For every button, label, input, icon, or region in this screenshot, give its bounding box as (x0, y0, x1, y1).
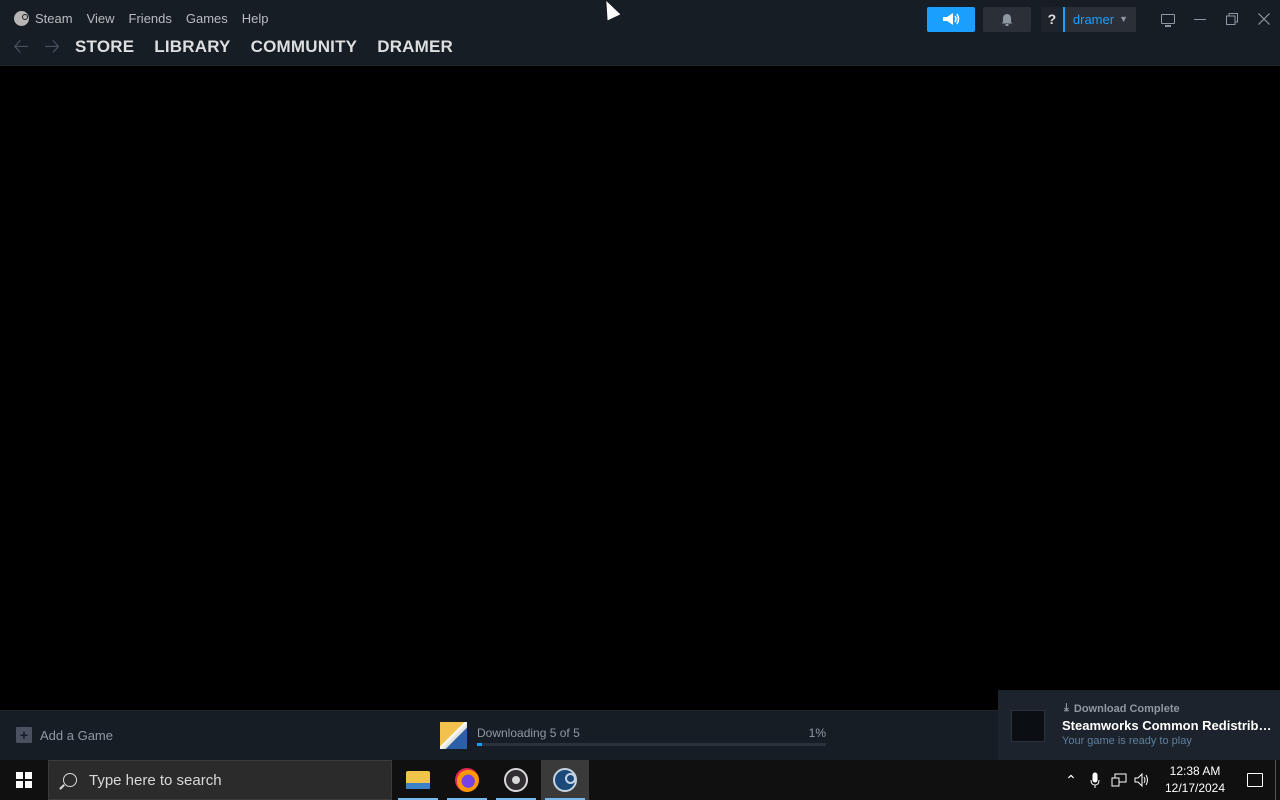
download-complete-toast[interactable]: ⤓ Download Complete Steamworks Common Re… (998, 690, 1280, 760)
forward-arrow-icon[interactable]: 🡢 (44, 36, 75, 58)
toast-heading-text: Download Complete (1073, 702, 1180, 715)
nav-library[interactable]: LIBRARY (154, 37, 230, 57)
taskbar-obs[interactable] (492, 760, 540, 800)
restore-button[interactable] (1216, 7, 1248, 32)
announcements-button[interactable] (926, 6, 975, 32)
add-game-label: Add a Game (40, 727, 113, 743)
minimize-button[interactable] (1184, 7, 1216, 32)
download-icon: ⤓ (1064, 702, 1069, 714)
taskbar-steam[interactable] (541, 760, 589, 800)
chevron-down-icon: ▼ (1119, 14, 1128, 24)
network-icon[interactable] (1107, 760, 1131, 800)
taskbar-clock[interactable]: 12:38 AM 12/17/2024 (1159, 763, 1231, 797)
menu-games[interactable]: Games (186, 11, 228, 26)
main-content-area (0, 66, 1280, 710)
download-progress-bar (477, 743, 826, 746)
action-center-button[interactable] (1235, 760, 1275, 800)
help-button[interactable]: ? (1040, 6, 1063, 32)
main-nav: 🡠 🡢 STORE LIBRARY COMMUNITY DRAMER (13, 36, 473, 58)
header-right-controls: ? dramer ▼ (926, 6, 1280, 32)
download-label: Downloading 5 of 5 (477, 726, 580, 740)
chevron-up-icon[interactable]: ⌃ (1059, 760, 1083, 800)
system-tray: ⌃ 12:38 AM 12/17/2024 (1059, 760, 1280, 800)
bell-icon (1001, 13, 1013, 26)
obs-icon (504, 768, 528, 792)
menu-view[interactable]: View (87, 11, 115, 26)
search-placeholder: Type here to search (89, 771, 222, 789)
account-menu-button[interactable]: dramer ▼ (1062, 6, 1136, 32)
steam-taskbar-icon (553, 768, 577, 792)
download-progress-fill (477, 743, 483, 746)
search-icon (63, 773, 77, 787)
firefox-icon (455, 768, 479, 792)
steam-header: Steam View Friends Games Help 🡠 🡢 STORE … (0, 0, 1280, 66)
file-explorer-icon (406, 771, 430, 789)
windows-taskbar: Type here to search ⌃ 12:38 AM 12/17/202… (0, 760, 1280, 800)
close-button[interactable] (1248, 7, 1280, 32)
download-status[interactable]: Downloading 5 of 5 1% (440, 721, 826, 751)
close-icon (1258, 13, 1270, 25)
microphone-icon[interactable] (1083, 760, 1107, 800)
monitor-icon (1161, 14, 1175, 27)
windows-logo-icon (16, 772, 32, 788)
taskbar-file-explorer[interactable] (394, 760, 442, 800)
big-picture-button[interactable] (1152, 7, 1184, 32)
show-desktop-button[interactable] (1275, 760, 1280, 800)
action-center-icon (1247, 773, 1263, 787)
menu-help[interactable]: Help (242, 11, 269, 26)
toast-subtitle: Your game is ready to play (1062, 735, 1192, 747)
toast-title: Steamworks Common Redistributables (1062, 718, 1272, 733)
game-thumbnail (440, 722, 467, 749)
minimize-icon (1194, 19, 1206, 20)
toast-heading: ⤓ Download Complete (1064, 702, 1180, 715)
toast-game-thumbnail (1011, 710, 1045, 742)
megaphone-icon (942, 13, 960, 25)
taskbar-firefox[interactable] (443, 760, 491, 800)
menu-steam[interactable]: Steam (35, 11, 73, 26)
download-percent: 1% (808, 726, 826, 740)
clock-time: 12:38 AM (1169, 764, 1221, 778)
nav-community[interactable]: COMMUNITY (251, 37, 358, 57)
clock-date: 12/17/2024 (1164, 781, 1226, 795)
add-game-button[interactable]: + Add a Game (16, 727, 113, 743)
nav-store[interactable]: STORE (75, 37, 134, 57)
taskbar-search-box[interactable]: Type here to search (48, 760, 392, 800)
restore-icon (1226, 13, 1238, 25)
back-arrow-icon[interactable]: 🡠 (13, 36, 44, 58)
nav-profile[interactable]: DRAMER (377, 37, 453, 57)
steam-window: Steam View Friends Games Help 🡠 🡢 STORE … (0, 0, 1280, 800)
volume-icon[interactable] (1131, 760, 1155, 800)
notifications-button[interactable] (982, 6, 1031, 32)
steam-logo-icon (14, 10, 29, 26)
username-label: dramer (1072, 11, 1115, 27)
menu-bar: Steam View Friends Games Help (14, 9, 283, 27)
menu-friends[interactable]: Friends (129, 11, 172, 26)
start-button[interactable] (0, 760, 48, 800)
plus-icon: + (16, 727, 32, 743)
